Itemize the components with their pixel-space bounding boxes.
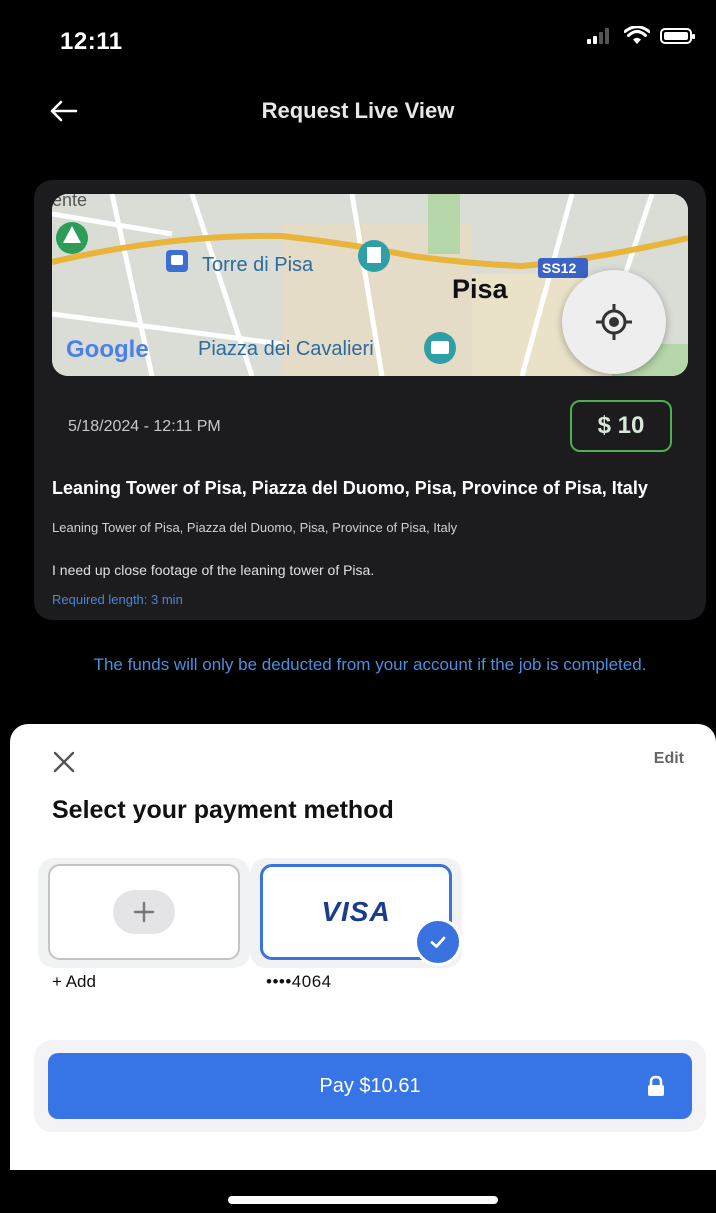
close-button[interactable] bbox=[50, 748, 78, 776]
map-label-square: Piazza dei Cavalieri bbox=[198, 338, 374, 360]
locate-button[interactable] bbox=[562, 270, 666, 374]
add-payment-button[interactable] bbox=[48, 864, 240, 960]
check-icon bbox=[430, 936, 446, 948]
status-icons bbox=[586, 26, 695, 46]
map-label-partial: ente bbox=[52, 194, 88, 210]
location-title: Leaning Tower of Pisa, Piazza del Duomo,… bbox=[52, 478, 648, 498]
card-number-label: ••••4064 bbox=[266, 972, 332, 991]
crosshair-icon bbox=[596, 304, 632, 340]
wifi-icon bbox=[624, 26, 650, 44]
location-subtitle: Leaning Tower of Pisa, Piazza del Duomo,… bbox=[52, 520, 458, 535]
signal-icon bbox=[587, 28, 609, 44]
status-time: 12:11 bbox=[60, 28, 123, 55]
visa-logo: VISA bbox=[321, 896, 391, 927]
lock-icon bbox=[648, 1075, 664, 1096]
add-label: + Add bbox=[52, 972, 96, 991]
sheet-title: Select your payment method bbox=[52, 796, 394, 824]
home-indicator bbox=[228, 1196, 498, 1204]
map-label-road: SS12 bbox=[542, 260, 577, 276]
pay-button[interactable]: Pay $10.61 bbox=[48, 1053, 692, 1119]
funds-notice: The funds will only be deducted from you… bbox=[93, 655, 647, 674]
selected-check-badge bbox=[414, 918, 462, 966]
close-icon bbox=[53, 751, 75, 773]
job-datetime: 5/18/2024 - 12:11 PM bbox=[68, 418, 221, 435]
job-description: I need up close footage of the leaning t… bbox=[52, 562, 375, 578]
map-label-city: Pisa bbox=[452, 274, 508, 304]
plus-icon bbox=[113, 890, 175, 934]
battery-icon bbox=[660, 28, 695, 44]
required-length: Required length: 3 min bbox=[52, 592, 183, 607]
pay-button-label: Pay $10.61 bbox=[319, 1074, 421, 1097]
map-label-tower: Torre di Pisa bbox=[202, 254, 314, 276]
google-logo: Google bbox=[66, 336, 149, 363]
edit-button[interactable]: Edit bbox=[654, 750, 684, 768]
job-price-badge: $ 10 bbox=[570, 400, 672, 452]
page-title: Request Live View bbox=[261, 98, 455, 123]
